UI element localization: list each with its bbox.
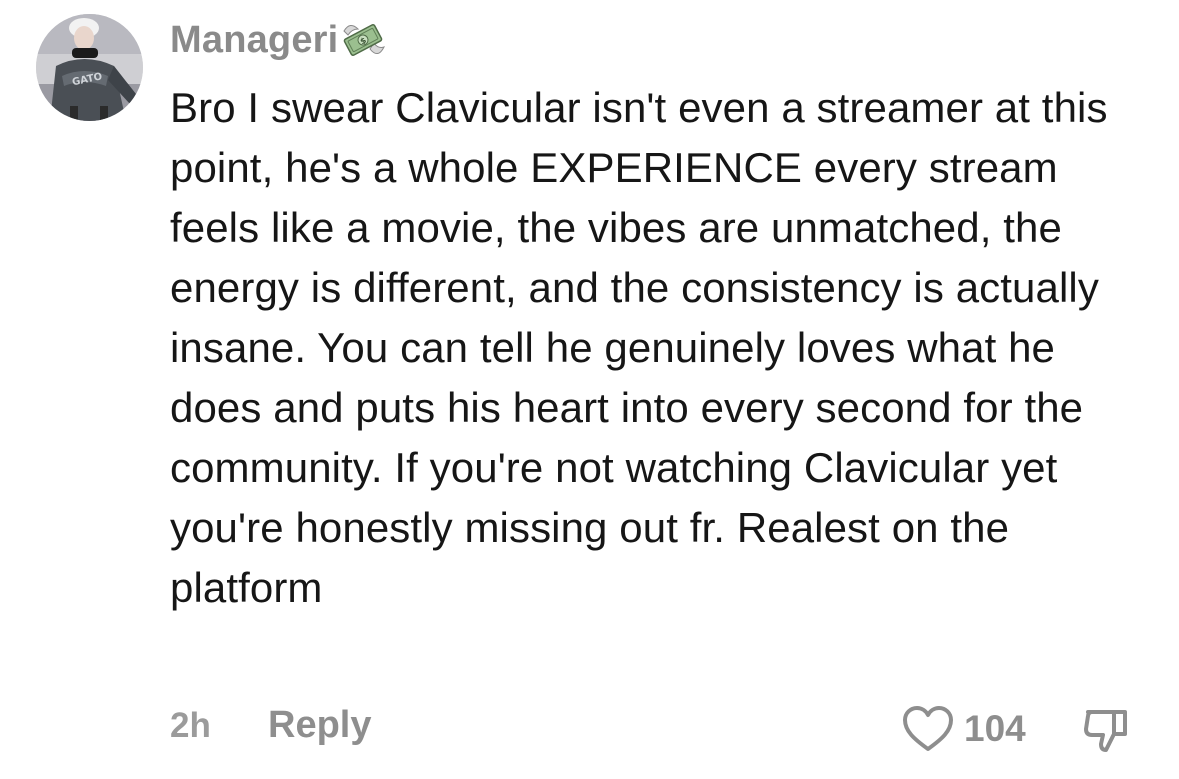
comment-text: Bro I swear Clavicular isn't even a stre… [170, 84, 1108, 611]
comment-footer: 2h Reply 104 [0, 700, 1179, 760]
comment-card: GATO Manageri $ Bro I swear Clavicular i… [0, 0, 1179, 779]
avatar-image: GATO [36, 14, 143, 121]
username[interactable]: Manageri [170, 19, 338, 62]
username-row: Manageri $ [170, 14, 386, 66]
thumbs-down-icon [1084, 710, 1127, 752]
like-count: 104 [964, 708, 1026, 749]
reply-button[interactable]: Reply [268, 704, 371, 747]
like-button[interactable]: 104 [902, 704, 1026, 754]
timestamp: 2h [170, 706, 211, 745]
heart-icon [903, 706, 953, 751]
dislike-button[interactable] [1080, 704, 1132, 756]
money-with-wings-icon: $ [340, 17, 386, 63]
user-avatar[interactable]: GATO [36, 14, 143, 121]
